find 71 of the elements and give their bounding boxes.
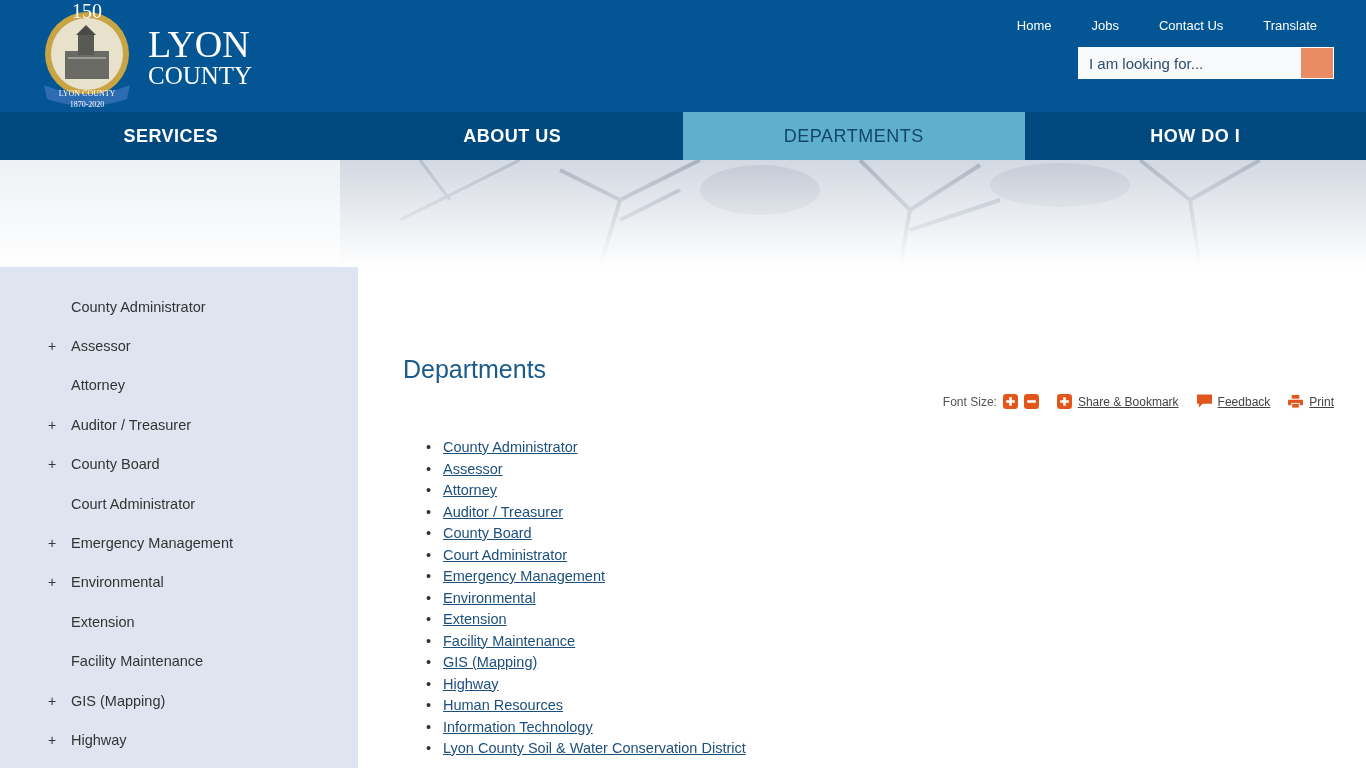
top-link[interactable]: Jobs <box>1071 18 1139 33</box>
sidebar-item[interactable]: Facility Maintenance <box>71 653 204 670</box>
bullet: • <box>426 696 433 715</box>
bullet: • <box>426 610 433 629</box>
bullet: • <box>426 717 433 737</box>
department-link[interactable]: Lyon County Soil & Water Conservation District <box>443 738 746 760</box>
bullet: • <box>426 567 433 586</box>
sidebar-item[interactable]: Court Administrator <box>71 495 196 512</box>
print-link[interactable]: Print <box>1309 394 1334 409</box>
decrease-font-icon[interactable] <box>1023 394 1039 409</box>
sidebar-item[interactable]: Highway <box>71 732 127 748</box>
bullet: • <box>426 674 433 694</box>
sidebar-item[interactable]: Assessor <box>71 338 131 355</box>
increase-font-icon[interactable] <box>1002 394 1018 409</box>
share-bookmark-link[interactable]: Share & Bookmark <box>1077 394 1179 409</box>
sidebar-item[interactable]: Attorney <box>71 377 125 394</box>
speech-bubble-icon <box>1196 394 1212 409</box>
bullet: • <box>426 524 433 543</box>
expand-toggle[interactable]: + <box>48 732 59 748</box>
bullet: • <box>426 545 433 565</box>
bullet: • <box>426 481 433 500</box>
department-link[interactable]: Information Technology <box>443 716 593 738</box>
bullet: • <box>426 438 433 457</box>
sidebar-item[interactable]: GIS (Mapping) <box>71 692 166 709</box>
top-link[interactable]: Home <box>996 18 1072 33</box>
department-link[interactable]: Extension <box>443 609 507 631</box>
top-link[interactable]: Translate <box>1243 18 1334 33</box>
search-field[interactable]: I am looking for... <box>1078 47 1301 79</box>
department-link[interactable]: County Administrator <box>443 437 578 459</box>
expand-toggle[interactable]: + <box>48 416 59 433</box>
nav-tab[interactable]: SERVICES <box>0 112 342 160</box>
sidebar-item[interactable]: Auditor / Treasurer <box>71 416 192 433</box>
bullet: • <box>426 631 433 651</box>
page-title: Departments <box>403 355 548 384</box>
sidebar-item[interactable]: County Board <box>71 456 160 473</box>
department-link[interactable]: County Board <box>443 523 532 545</box>
expand-toggle[interactable]: + <box>48 456 59 473</box>
bullet: • <box>426 588 433 608</box>
plus-icon <box>1056 394 1072 409</box>
bullet: • <box>426 653 433 672</box>
logo-name: LYON <box>148 24 251 63</box>
department-link[interactable]: Assessor <box>443 458 503 480</box>
sidebar-item[interactable]: Extension <box>71 613 135 630</box>
nav-tab[interactable]: HOW DO I <box>1024 112 1366 160</box>
department-link[interactable]: Facility Maintenance <box>443 630 576 652</box>
logo-name: COUNTY <box>148 62 253 88</box>
sidebar-item[interactable]: Environmental <box>71 574 164 591</box>
expand-toggle[interactable]: + <box>48 535 59 552</box>
bullet: • <box>426 739 433 758</box>
department-link[interactable]: GIS (Mapping) <box>443 652 538 674</box>
department-link[interactable]: Emergency Management <box>443 566 605 588</box>
feedback-link[interactable]: Feedback <box>1217 394 1271 409</box>
nav-tab[interactable]: ABOUT US <box>341 112 683 160</box>
department-link[interactable]: Highway <box>443 673 499 695</box>
department-link[interactable]: Human Resources <box>443 695 564 717</box>
font-size-label: Font Size: <box>942 394 997 409</box>
expand-toggle[interactable]: + <box>48 338 59 355</box>
nav-tab[interactable]: DEPARTMENTS <box>683 112 1025 160</box>
department-link[interactable]: Court Administrator <box>443 544 568 566</box>
top-link[interactable]: Contact Us <box>1138 18 1244 33</box>
print-icon <box>1288 394 1304 409</box>
sidebar-item[interactable]: Emergency Management <box>71 535 233 552</box>
sidebar-item[interactable]: County Administrator <box>71 298 206 315</box>
department-link[interactable]: Environmental <box>443 587 536 609</box>
bullet: • <box>426 502 433 522</box>
department-link[interactable]: Attorney <box>443 480 497 502</box>
expand-toggle[interactable]: + <box>48 692 59 709</box>
bullet: • <box>426 459 433 479</box>
department-link[interactable]: Auditor / Treasurer <box>443 501 564 523</box>
search-button[interactable] <box>1301 47 1334 79</box>
expand-toggle[interactable]: + <box>48 574 59 591</box>
